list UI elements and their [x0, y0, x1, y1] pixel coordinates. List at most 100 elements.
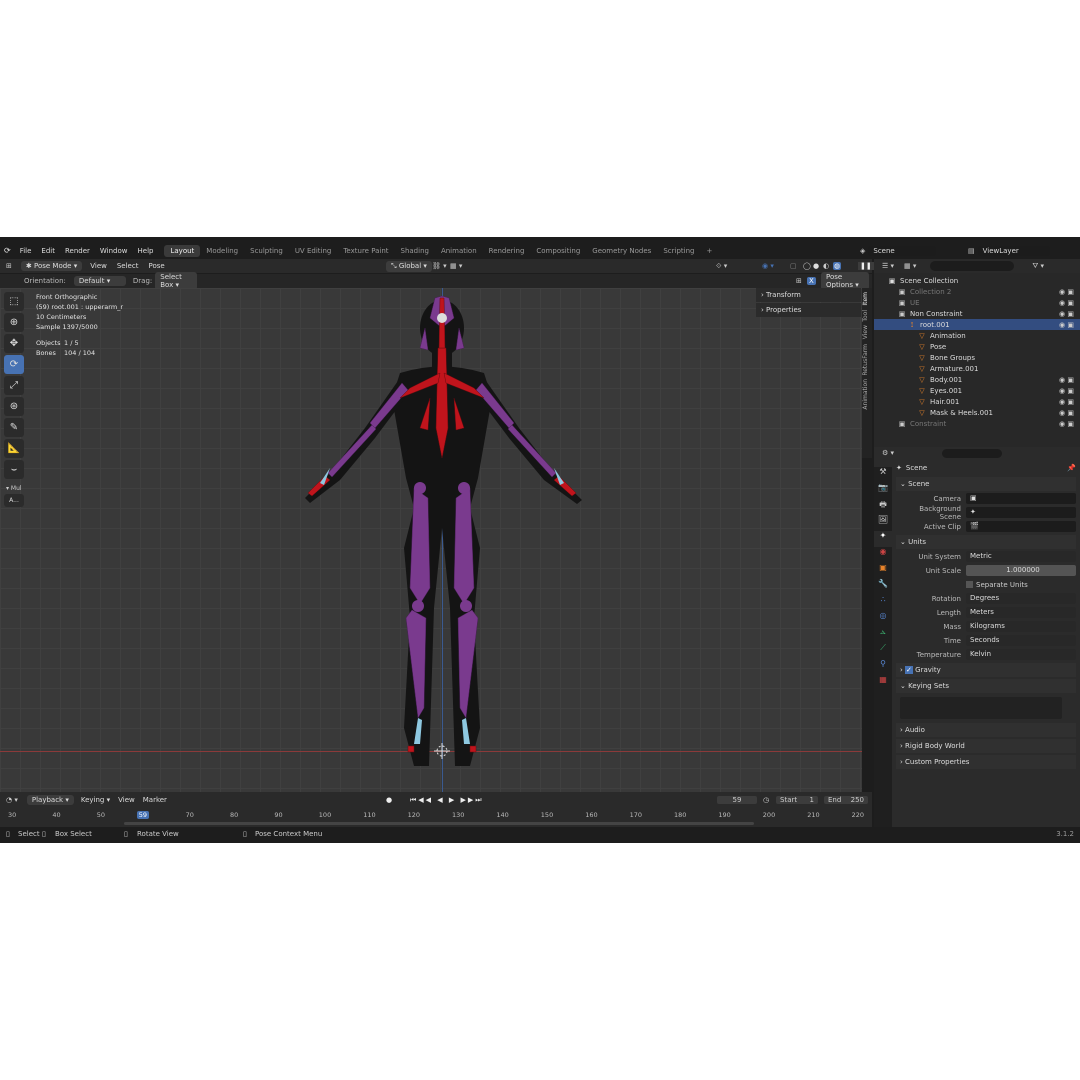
tool-tab-icon[interactable]: ⚒: [874, 467, 892, 483]
record-icon[interactable]: ●: [386, 796, 392, 804]
timeline-view-menu[interactable]: View: [114, 796, 139, 804]
view-layer-tab-icon[interactable]: 🖼: [874, 515, 892, 531]
outliner-row[interactable]: ▽ Animation: [874, 330, 1080, 341]
scene-name[interactable]: Scene: [868, 245, 937, 256]
tab-texture-paint[interactable]: Texture Paint: [337, 245, 394, 257]
rigid-body-panel-header[interactable]: › Rigid Body World: [896, 739, 1076, 753]
unit-field-value[interactable]: Kilograms: [966, 621, 1076, 632]
unit-field-value[interactable]: Meters: [966, 607, 1076, 618]
armature-character[interactable]: [0, 288, 862, 792]
menu-edit[interactable]: Edit: [36, 247, 60, 255]
tab-retusfarm[interactable]: RetusFarm: [862, 344, 869, 376]
outliner-row[interactable]: ▣ Collection 2 ◉ ▣: [874, 286, 1080, 297]
menu-window[interactable]: Window: [95, 247, 133, 255]
unit-field-value[interactable]: Degrees: [966, 593, 1076, 604]
end-frame-field[interactable]: End 250: [824, 796, 868, 804]
overlay-toggle-icon[interactable]: ◉ ▾: [762, 262, 774, 270]
tab-tool[interactable]: Tool: [862, 310, 869, 322]
active-clip-input[interactable]: 🎬: [966, 521, 1076, 532]
tab-layout[interactable]: Layout: [164, 244, 201, 257]
timeline-scrollbar[interactable]: [124, 822, 754, 825]
tab-sculpting[interactable]: Sculpting: [244, 245, 289, 257]
menu-help[interactable]: Help: [133, 247, 159, 255]
menu-file[interactable]: File: [15, 247, 37, 255]
units-panel-header[interactable]: ⌄ Units: [896, 535, 1076, 549]
outliner-row[interactable]: ▽ Body.001 ◉ ▣: [874, 374, 1080, 385]
tab-animation[interactable]: Animation: [435, 245, 483, 257]
outliner-row[interactable]: ⟟ root.001 ◉ ▣: [874, 319, 1080, 330]
blender-logo-icon[interactable]: ⟳: [0, 246, 15, 255]
output-tab-icon[interactable]: 🖶: [874, 499, 892, 515]
tab-modeling[interactable]: Modeling: [200, 245, 244, 257]
add-workspace-icon[interactable]: +: [700, 245, 718, 257]
modifiers-tab-icon[interactable]: 🔧: [874, 579, 892, 595]
visibility-toggle-icon[interactable]: ◉ ▣: [1059, 420, 1074, 428]
texture-tab-icon[interactable]: ▦: [874, 675, 892, 691]
mode-selector[interactable]: ✱ Pose Mode ▾: [20, 261, 83, 271]
tab-uv-editing[interactable]: UV Editing: [289, 245, 338, 257]
shading-wire-icon[interactable]: ◯: [803, 262, 811, 270]
shading-rendered-icon[interactable]: ◍: [833, 262, 842, 270]
object-data-tab-icon[interactable]: ⲇ: [874, 627, 892, 643]
gizmo-toggle-icon[interactable]: ⟐ ▾: [716, 262, 727, 271]
keying-sets-panel-header[interactable]: ⌄ Keying Sets: [896, 679, 1076, 693]
outliner-row[interactable]: ▣ Constraint ◉ ▣: [874, 418, 1080, 429]
scene-collection-row[interactable]: ▣ Scene Collection: [874, 275, 1080, 286]
filter-icon[interactable]: ⛛ ▾: [1032, 262, 1044, 271]
orientation-dropdown[interactable]: Default ▾: [73, 276, 126, 286]
keying-sets-list[interactable]: [900, 697, 1062, 719]
outliner-row[interactable]: ▽ Pose: [874, 341, 1080, 352]
tab-item[interactable]: Item: [862, 292, 869, 306]
outliner-row[interactable]: ▽ Armature.001: [874, 363, 1080, 374]
3d-viewport[interactable]: ⬚ ⊕ ✥ ⟳ ⤢ ⊛ ✎ 📐 ⌣ ▾ Mul A... Front Ortho…: [0, 288, 862, 792]
outliner-row[interactable]: ▽ Bone Groups: [874, 352, 1080, 363]
transform-orientation[interactable]: ⤡ Global ▾: [386, 260, 432, 272]
unit-field-value[interactable]: 1.000000: [966, 565, 1076, 576]
shading-material-icon[interactable]: ◐: [823, 262, 829, 270]
custom-properties-panel-header[interactable]: › Custom Properties: [896, 755, 1076, 769]
tab-view[interactable]: View: [862, 325, 869, 339]
pause-render-icon[interactable]: ❚❚: [858, 262, 874, 270]
current-frame-input[interactable]: 59: [717, 796, 757, 804]
tab-rendering[interactable]: Rendering: [483, 245, 531, 257]
tab-animation-sidebar[interactable]: Animation: [862, 379, 869, 410]
mirror-x-button[interactable]: X: [807, 277, 816, 285]
shading-solid-icon[interactable]: ●: [813, 262, 819, 270]
visibility-toggle-icon[interactable]: ◉ ▣: [1059, 387, 1074, 395]
tab-shading[interactable]: Shading: [395, 245, 435, 257]
outliner-editor-icon[interactable]: ☰ ▾: [882, 262, 894, 270]
display-mode-icon[interactable]: ▦ ▾: [904, 262, 916, 270]
outliner-row[interactable]: ▣ UE ◉ ▣: [874, 297, 1080, 308]
outliner-row[interactable]: ▽ Mask & Heels.001 ◉ ▣: [874, 407, 1080, 418]
tab-geometry-nodes[interactable]: Geometry Nodes: [586, 245, 657, 257]
scene-selector[interactable]: ◈ Scene: [860, 245, 939, 256]
tab-compositing[interactable]: Compositing: [530, 245, 586, 257]
timeline-editor-icon[interactable]: ◔ ▾: [0, 796, 24, 804]
properties-editor-icon[interactable]: ⚙ ▾: [882, 449, 894, 457]
visibility-toggle-icon[interactable]: ◉ ▣: [1059, 310, 1074, 318]
visibility-toggle-icon[interactable]: ◉ ▣: [1059, 376, 1074, 384]
outliner-search-input[interactable]: [930, 261, 1015, 271]
visibility-toggle-icon[interactable]: ◉ ▣: [1059, 321, 1074, 329]
viewlayer-name[interactable]: ViewLayer: [977, 245, 1050, 256]
scene-tab-icon[interactable]: ✦: [874, 531, 892, 547]
unit-field-value[interactable]: Seconds: [966, 635, 1076, 646]
view-menu[interactable]: View: [85, 262, 112, 270]
camera-input[interactable]: ▣: [966, 493, 1076, 504]
tab-scripting[interactable]: Scripting: [657, 245, 700, 257]
xray-icon[interactable]: ▢: [790, 262, 797, 270]
preview-range-icon[interactable]: ◷: [763, 796, 769, 804]
gravity-panel-header[interactable]: › ✓ Gravity: [896, 663, 1076, 677]
playback-controls[interactable]: ⏮◀◀ ◀ ▶ ▶▶⏭: [410, 796, 484, 805]
playback-menu[interactable]: Playback ▾: [26, 795, 74, 805]
background-scene-input[interactable]: ✦: [966, 507, 1076, 518]
scene-panel-header[interactable]: ⌄ Scene: [896, 477, 1076, 491]
unit-field-value[interactable]: Metric: [966, 551, 1076, 562]
visibility-toggle-icon[interactable]: ◉ ▣: [1059, 299, 1074, 307]
audio-panel-header[interactable]: › Audio: [896, 723, 1076, 737]
gravity-checkbox[interactable]: ✓: [905, 666, 913, 674]
outliner-row[interactable]: ▽ Hair.001 ◉ ▣: [874, 396, 1080, 407]
object-tab-icon[interactable]: ▣: [874, 563, 892, 579]
visibility-toggle-icon[interactable]: ◉ ▣: [1059, 409, 1074, 417]
visibility-toggle-icon[interactable]: ◉ ▣: [1059, 288, 1074, 296]
